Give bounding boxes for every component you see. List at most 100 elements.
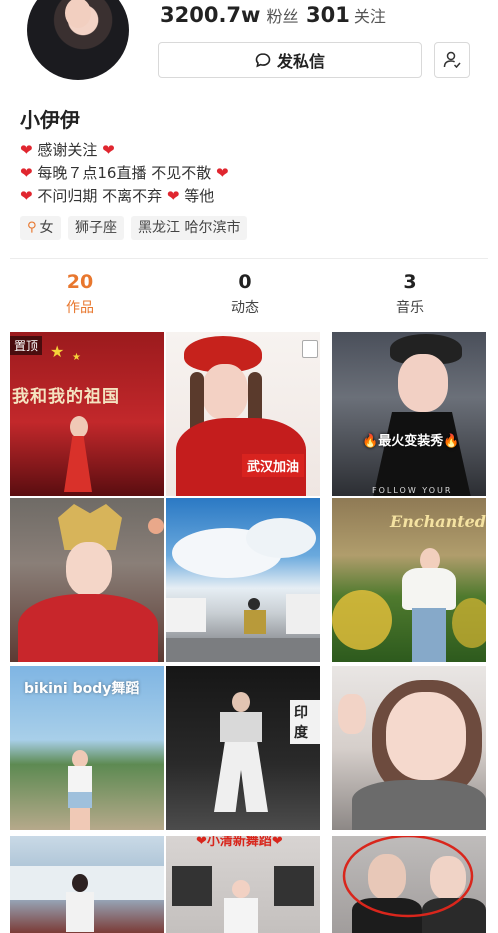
video-subcaption: FOLLOW YOUR: [372, 486, 453, 495]
face: [202, 364, 248, 420]
annotation-circle: [342, 836, 474, 918]
bio-text-2: 每晚７点16直播 不见不散: [37, 164, 212, 182]
legs: [70, 808, 90, 830]
bio-text-4: 等他: [184, 187, 215, 205]
heart-icon: ❤: [166, 187, 180, 205]
bio-line-2: ❤ 每晚７点16直播 不见不散 ❤: [20, 163, 229, 183]
divider: [10, 258, 488, 259]
chat-bubble-icon: [255, 53, 271, 68]
video-thumbnail-5[interactable]: [166, 498, 320, 662]
tab-posts-label: 动态: [231, 300, 259, 316]
video-thumbnail-9[interactable]: [332, 666, 486, 830]
bio-line-3: ❤ 不问归期 不离不弃 ❤ 等他: [20, 186, 214, 206]
following-count: 301: [306, 3, 350, 27]
bio-text-3: 不问归期 不离不弃: [37, 187, 163, 205]
face: [386, 692, 466, 780]
heart-icon: ❤: [20, 164, 33, 182]
top: [372, 412, 472, 496]
dancer: [244, 610, 266, 634]
video-caption: 我和我的祖国: [12, 387, 120, 407]
face: [398, 354, 448, 412]
video-thumbnail-12[interactable]: [332, 836, 486, 933]
face: [232, 692, 250, 712]
send-message-label: 发私信: [276, 52, 325, 71]
tab-works-count: 20: [66, 271, 94, 293]
tag-zodiac-label: 狮子座: [75, 220, 117, 236]
tab-works-label: 作品: [66, 300, 94, 316]
female-icon: ⚲: [27, 220, 37, 235]
video-caption: 🔥最火变装秀🔥: [362, 430, 459, 449]
tab-works[interactable]: 20 作品: [40, 271, 120, 317]
video-thumbnail-10[interactable]: [10, 836, 164, 933]
heart-icon: ❤: [20, 187, 33, 205]
heart-icon: ❤: [20, 141, 33, 159]
building: [166, 598, 206, 632]
balloon: [148, 518, 164, 534]
tab-posts-count: 0: [238, 271, 252, 293]
tag-zodiac[interactable]: 狮子座: [68, 216, 124, 240]
send-message-button[interactable]: 发私信: [158, 42, 422, 78]
heart-icon: ❤: [102, 141, 115, 159]
heart-icon: ❤: [271, 836, 283, 849]
figure-dress: [64, 436, 92, 492]
following-stat[interactable]: 301 关注: [306, 3, 386, 27]
bio-text-1: 感谢关注: [37, 141, 98, 159]
top: [68, 766, 92, 792]
window: [274, 866, 314, 906]
shirt: [402, 568, 456, 610]
video-thumbnail-2[interactable]: 武汉加油: [166, 332, 320, 496]
video-thumbnail-7[interactable]: bikini body舞蹈: [10, 666, 164, 830]
tab-music-label: 音乐: [396, 300, 424, 316]
video-thumbnail-6[interactable]: Enchanted: [332, 498, 486, 662]
following-label: 关注: [353, 7, 386, 26]
image-icon: [302, 340, 318, 358]
fire-icon: 🔥: [362, 434, 379, 449]
face: [66, 542, 112, 596]
tab-music-count: 3: [403, 271, 417, 293]
bio-line-1: ❤ 感谢关注 ❤: [20, 140, 115, 160]
sunflowers: [452, 598, 486, 648]
user-check-icon: [443, 51, 461, 69]
dancer-head: [248, 598, 260, 610]
video-thumbnail-3[interactable]: 🔥最火变装秀🔥 FOLLOW YOUR: [332, 332, 486, 496]
tag-gender-label: 女: [39, 220, 54, 236]
profile-name: 小伊伊: [20, 108, 80, 132]
video-caption: 武汉加油: [242, 454, 305, 477]
walkway: [166, 638, 320, 662]
video-thumbnail-4[interactable]: [10, 498, 164, 662]
video-caption: 印度: [290, 700, 320, 744]
gown: [18, 594, 158, 662]
tag-gender[interactable]: ⚲ 女: [20, 216, 61, 240]
top: [224, 898, 258, 933]
follow-status-button[interactable]: [434, 42, 470, 78]
video-thumbnail-8[interactable]: 印度: [166, 666, 320, 830]
building: [286, 594, 320, 634]
sunflowers: [332, 590, 392, 650]
cloud: [246, 518, 316, 558]
tab-music[interactable]: 3 音乐: [370, 271, 450, 317]
heart-icon: ❤: [196, 836, 207, 849]
heart-icon: ❤: [216, 164, 229, 182]
tab-posts[interactable]: 0 动态: [205, 271, 285, 317]
figure-head: [70, 416, 88, 438]
video-caption: ❤小清新舞蹈❤: [196, 836, 283, 849]
tag-location[interactable]: 黑龙江 哈尔滨市: [131, 216, 248, 240]
video-thumbnail-1[interactable]: 置顶 ★ ★ 我和我的祖国: [10, 332, 164, 496]
pants: [214, 742, 268, 812]
star-icon: ★: [72, 352, 81, 363]
top: [220, 712, 262, 742]
fans-label: 粉丝: [266, 7, 299, 26]
avatar[interactable]: [27, 0, 129, 80]
video-caption-text: 最火变装秀: [378, 434, 444, 449]
window: [172, 866, 212, 906]
star-icon: ★: [50, 342, 65, 361]
shorts: [68, 792, 92, 808]
hair: [72, 874, 88, 892]
fans-stat[interactable]: 3200.7w 粉丝: [160, 3, 298, 27]
top: [352, 780, 486, 830]
video-thumbnail-11[interactable]: ❤小清新舞蹈❤: [166, 836, 320, 933]
jeans: [412, 608, 446, 662]
fire-icon: 🔥: [443, 434, 460, 449]
hand: [338, 694, 366, 734]
fans-count: 3200.7w: [160, 3, 261, 27]
